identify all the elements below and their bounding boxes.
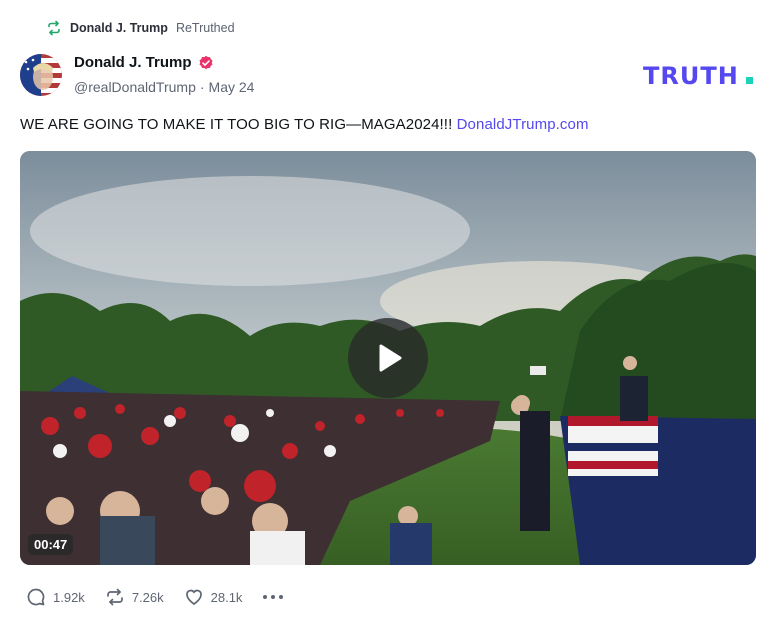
retruth-count: 7.26k [131,589,164,605]
truth-logo: TRUTH [643,60,757,90]
retruth-user[interactable]: Donald J. Trump [70,21,168,35]
reply-button[interactable]: 1.92k [26,587,85,607]
reply-icon [26,587,46,607]
retruth-button[interactable]: 7.26k [105,587,164,607]
video-duration: 00:47 [28,534,74,555]
reply-count: 1.92k [53,589,85,605]
post-body: WE ARE GOING TO MAKE IT TOO BIG TO RIG—M… [20,116,453,133]
verified-badge-icon [198,55,214,71]
retruth-verb: ReTruthed [175,21,235,35]
handle[interactable]: @realDonaldTrump [74,79,196,95]
more-options-button[interactable] [262,587,284,607]
post-date[interactable]: May 24 [209,79,255,95]
like-count: 28.1k [210,589,243,605]
separator: · [199,79,205,95]
play-icon [379,344,402,372]
post-actions: 1.92k 7.26k 28.1k [26,585,284,609]
heart-icon [184,587,204,607]
retruth-banner[interactable]: Donald J. Trump ReTruthed [46,19,235,37]
like-button[interactable]: 28.1k [184,587,243,607]
video-player[interactable]: 00:47 [20,151,756,565]
ellipsis-icon [263,595,284,599]
display-name[interactable]: Donald J. Trump [74,54,192,71]
retruth-icon [46,20,62,36]
retruth-action-icon [105,587,125,607]
post-text: WE ARE GOING TO MAKE IT TOO BIG TO RIG—M… [20,116,589,133]
avatar[interactable] [20,54,62,96]
play-button[interactable] [348,318,428,398]
post-link[interactable]: DonaldJTrump.com [457,116,589,133]
svg-text:TRUTH: TRUTH [643,62,739,90]
